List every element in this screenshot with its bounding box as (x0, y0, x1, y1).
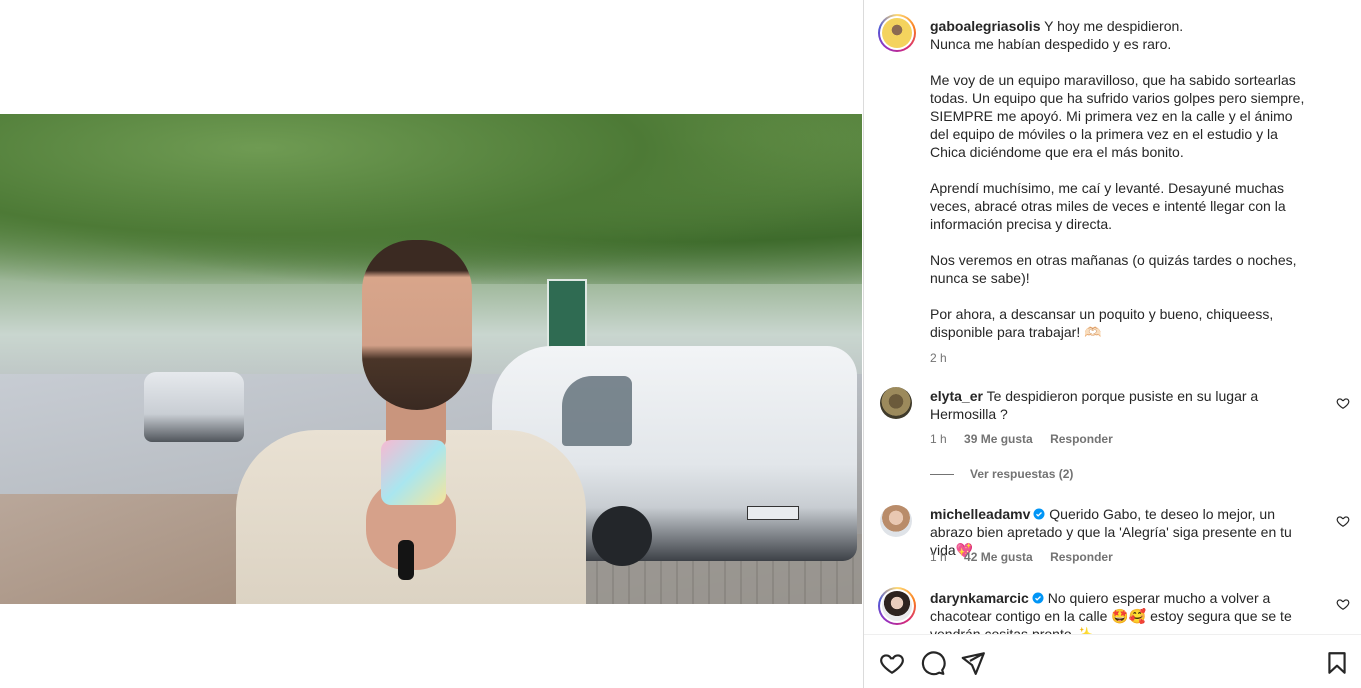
heart-icon[interactable] (879, 650, 905, 676)
comment-item: elyta_er Te despidieron porque pusiste e… (930, 387, 1310, 423)
comment-like-heart-icon[interactable] (1336, 514, 1350, 528)
comments-panel: gaboalegriasolis Y hoy me despidieron. N… (864, 0, 1361, 688)
comment-likes[interactable]: 39 Me gusta (964, 432, 1033, 446)
caption-paragraph-2: Me voy de un equipo maravilloso, que ha … (930, 72, 1305, 160)
share-icon[interactable] (960, 650, 986, 676)
reply-button[interactable]: Responder (1050, 432, 1113, 446)
comment-meta: 1 h 42 Me gusta Responder (930, 550, 1127, 564)
caption-paragraph-4: Nos veremos en otras mañanas (o quizás t… (930, 252, 1297, 286)
comment-time[interactable]: 1 h (930, 550, 947, 564)
bookmark-icon[interactable] (1324, 650, 1350, 676)
verified-badge-icon (1032, 592, 1044, 604)
media-panel (0, 0, 864, 688)
reporter (236, 240, 586, 604)
post-time[interactable]: 2 h (930, 349, 1310, 367)
comment-like-heart-icon[interactable] (1336, 396, 1350, 410)
comment-icon[interactable] (920, 650, 946, 676)
comment-username[interactable]: michelleadamv (930, 506, 1030, 522)
reply-button[interactable]: Responder (1050, 550, 1113, 564)
caption-paragraph-5: Por ahora, a descansar un poquito y buen… (930, 306, 1274, 340)
post-actions-bar (864, 634, 1361, 688)
commenter-avatar[interactable] (880, 387, 912, 419)
post-video[interactable] (0, 114, 862, 604)
comment-time[interactable]: 1 h (930, 432, 947, 446)
comment-likes[interactable]: 42 Me gusta (964, 550, 1033, 564)
caption-paragraph-3: Aprendí muchísimo, me caí y levanté. Des… (930, 180, 1286, 232)
verified-badge-icon (1033, 508, 1045, 520)
author-avatar[interactable] (878, 14, 916, 52)
comment-username[interactable]: elyta_er (930, 388, 983, 404)
comments-scroll-area[interactable]: gaboalegriasolis Y hoy me despidieron. N… (864, 0, 1361, 634)
view-replies-label: Ver respuestas (2) (970, 467, 1074, 481)
commenter-avatar[interactable] (878, 587, 916, 625)
view-replies-button[interactable]: Ver respuestas (2) (930, 467, 1073, 481)
microphone-flag (381, 440, 446, 505)
comment-item: darynkamarcic No quiero esperar mucho a … (930, 589, 1310, 634)
replies-line (930, 473, 954, 475)
commenter-avatar[interactable] (880, 505, 912, 537)
background-car (144, 372, 244, 442)
comment-username[interactable]: darynkamarcic (930, 590, 1029, 606)
comment-like-heart-icon[interactable] (1336, 597, 1350, 611)
author-username[interactable]: gaboalegriasolis (930, 18, 1040, 34)
comment-meta: 1 h 39 Me gusta Responder (930, 432, 1127, 446)
post-caption: gaboalegriasolis Y hoy me despidieron. N… (930, 17, 1310, 367)
